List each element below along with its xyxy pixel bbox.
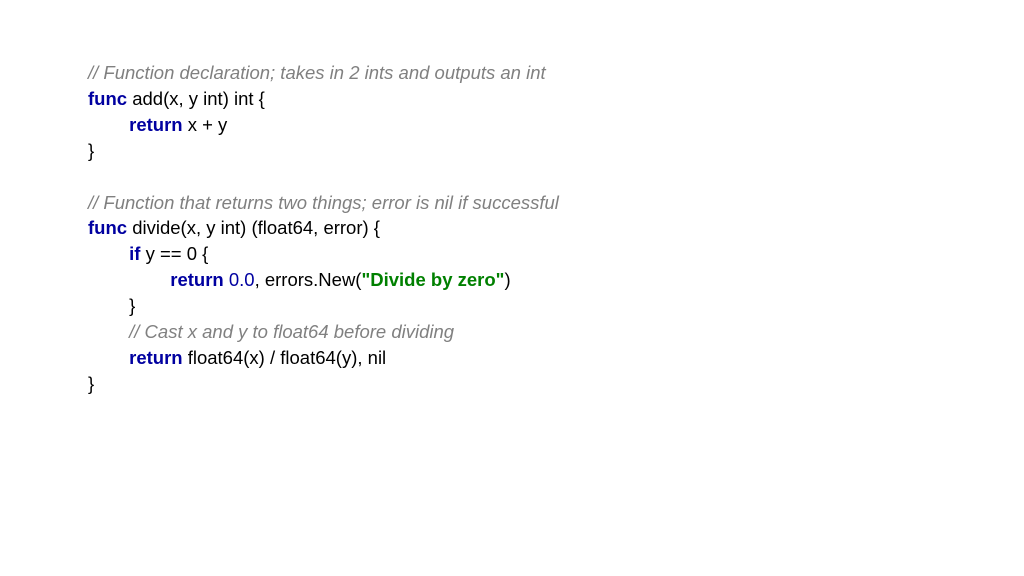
code-line: }	[88, 138, 1024, 164]
code-token-plain: }	[88, 295, 135, 316]
code-line: return x + y	[88, 112, 1024, 138]
code-line: func divide(x, y int) (float64, error) {	[88, 215, 1024, 241]
code-token-keyword: func	[88, 88, 127, 109]
code-token-plain	[88, 114, 129, 135]
code-token-plain	[88, 269, 170, 290]
code-line: // Function declaration; takes in 2 ints…	[88, 60, 1024, 86]
code-token-comment: // Function declaration; takes in 2 ints…	[88, 62, 546, 83]
code-token-plain: }	[88, 140, 94, 161]
code-line: return float64(x) / float64(y), nil	[88, 345, 1024, 371]
code-token-string: "Divide by zero"	[361, 269, 504, 290]
code-line: }	[88, 293, 1024, 319]
code-line: // Cast x and y to float64 before dividi…	[88, 319, 1024, 345]
code-token-number: 0.0	[229, 269, 255, 290]
code-token-plain: )	[504, 269, 510, 290]
code-token-plain: }	[88, 373, 94, 394]
blank-line	[88, 164, 1024, 190]
code-token-plain	[88, 347, 129, 368]
code-token-plain: x + y	[183, 114, 228, 135]
code-token-keyword: return	[129, 114, 182, 135]
code-token-plain: , errors.New(	[255, 269, 362, 290]
code-token-keyword: return	[129, 347, 182, 368]
code-token-plain: divide(x, y int) (float64, error) {	[127, 217, 380, 238]
code-line: if y == 0 {	[88, 241, 1024, 267]
code-line: }	[88, 371, 1024, 397]
code-token-plain: y == 0 {	[140, 243, 208, 264]
code-token-keyword: func	[88, 217, 127, 238]
code-line: func add(x, y int) int {	[88, 86, 1024, 112]
code-token-plain	[88, 243, 129, 264]
code-block: // Function declaration; takes in 2 ints…	[88, 60, 1024, 397]
code-token-keyword: return	[170, 269, 223, 290]
code-token-keyword: if	[129, 243, 140, 264]
code-token-comment: // Cast x and y to float64 before dividi…	[129, 321, 454, 342]
code-token-comment: // Function that returns two things; err…	[88, 192, 559, 213]
code-line: return 0.0, errors.New("Divide by zero")	[88, 267, 1024, 293]
code-token-plain	[88, 321, 129, 342]
code-token-plain: add(x, y int) int {	[127, 88, 265, 109]
code-line: // Function that returns two things; err…	[88, 190, 1024, 216]
code-token-plain: float64(x) / float64(y), nil	[183, 347, 387, 368]
